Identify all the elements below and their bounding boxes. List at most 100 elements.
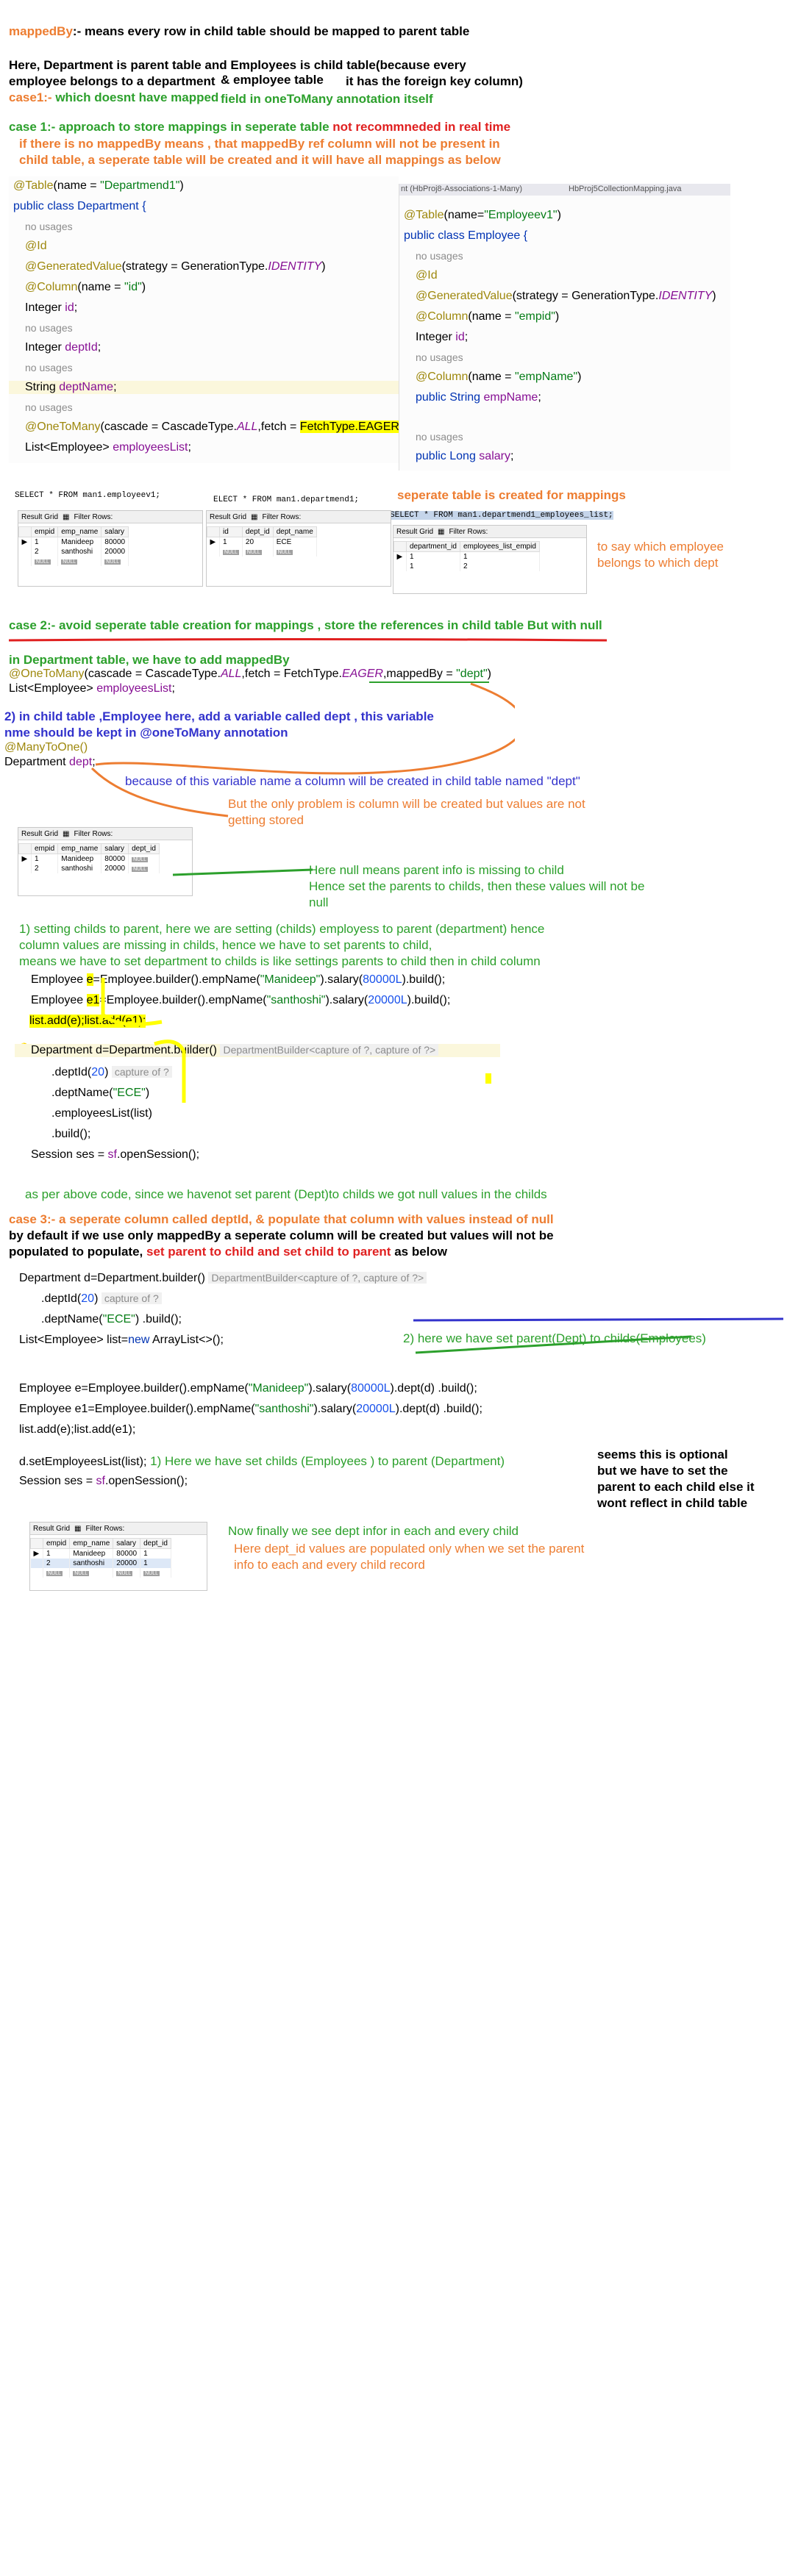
code-line: .deptId(20) capture of ? [41,1292,162,1306]
table-row[interactable]: ▶ 1 Manideep 80000 [18,537,129,547]
column-header[interactable]: empid [30,843,59,854]
values-not-stored-note-2: getting stored [228,813,304,827]
column-header[interactable]: salary [101,526,129,537]
usage-hint: no usages [25,221,73,232]
code-line: Session ses = sf.openSession(); [31,1148,200,1161]
grid-header: id dept_id dept_name [207,526,317,537]
type-hint: DepartmentBuilder<capture of ?, capture … [208,1272,427,1284]
setting-note-1: 1) setting childs to parent, here we are… [19,922,545,936]
column-header[interactable]: employees_list_empid [459,541,540,552]
table-row[interactable]: 2 santhoshi 20000 [18,547,129,557]
sql-query-department: ELECT * FROM man1.departmend1; [213,495,360,504]
case3-title: case 3:- a seperate column called deptId… [9,1212,554,1226]
case1-desc-1: if there is no mappedBy means , that map… [19,137,500,151]
case3-code-block: Department d=Department.builder() Depart… [15,1267,544,1488]
column-header[interactable]: dept_name [272,526,317,537]
final-orange-note-1: Here dept_id values are populated only w… [234,1542,585,1556]
result-grid-label[interactable]: Result Grid [21,513,58,521]
code-line: Integer id; [416,331,469,343]
table-row-new[interactable]: NULL NULL NULL NULL [30,1568,171,1578]
type-hint: capture of ? [101,1292,162,1304]
result-grid-toolbar: Result Grid ▦ Filter Rows: [18,511,202,523]
filter-icon[interactable]: ▦ [438,528,444,536]
column-header[interactable]: id [219,526,243,537]
setting-note-2: column values are missing in childs, hen… [19,938,432,952]
usage-hint: no usages [25,362,73,373]
result-grid-label[interactable]: Result Grid [33,1525,70,1533]
code-line: Employee e=Employee.builder().empName("M… [19,1382,477,1395]
code-line: public class Employee { [404,229,528,242]
intro-case1: case1:- which doesnt have mapped [9,90,218,105]
code-line: @Column(name = "empid") [416,310,560,323]
column-header[interactable]: emp_name [69,1538,114,1549]
code-line: Integer id; [25,301,78,314]
column-header[interactable]: emp_name [57,526,102,537]
filter-rows-label: Filter Rows: [85,1524,125,1533]
mapping-side-note-2: belongs to which dept [597,556,719,570]
code-line: d.setEmployeesList(list); 1) Here we hav… [19,1454,505,1468]
code-line: @Id [416,269,438,282]
editor-tab[interactable]: nt (HbProj8-Associations-1-Many) [401,185,522,193]
column-header[interactable]: department_id [406,541,460,552]
result-grid-label[interactable]: Result Grid [21,830,58,838]
set-childs-note: 1) Here we have set childs (Employees ) … [146,1454,505,1468]
code-line: @Table(name = "Departmend1") [13,179,184,192]
editor-tab[interactable]: HbProj5CollectionMapping.java [569,185,681,193]
row-marker-icon: ▶ [393,551,407,562]
optional-note-3: parent to each child else it [597,1480,755,1494]
code-line: List<Employee> employeesList; [25,441,191,454]
mapping-table-note: seperate table is created for mappings [397,488,626,502]
case2-title-text: case 2:- avoid seperate table creation f… [9,618,524,632]
null-note-1: Here null means parent info is missing t… [309,863,564,877]
usage-hint: no usages [416,351,463,363]
usage-hint: no usages [416,431,463,443]
result-grid-toolbar: Result Grid ▦ Filter Rows: [207,511,391,523]
result-grid-toolbar: Result Grid ▦ Filter Rows: [18,828,192,840]
mappedby-term: mappedBy [9,24,73,38]
code-line: Session ses = sf.openSession(); [19,1475,188,1487]
row-marker-icon: ▶ [207,537,220,547]
highlight: FetchType.EAGER [299,421,399,433]
column-header[interactable]: emp_name [57,843,102,854]
column-header[interactable]: dept_id [140,1538,171,1549]
table-row[interactable]: 2 santhoshi 20000 NULL [18,864,160,873]
table-row-new[interactable]: NULL NULL NULL [18,557,129,566]
table-row[interactable]: 2 santhoshi 20000 1 [30,1559,171,1568]
row-marker-icon: ▶ [30,1548,43,1559]
result-grid-employee-final: Result Grid ▦ Filter Rows: empid emp_name … [29,1522,207,1591]
values-not-stored-note-1: But the only problem is column will be c… [228,797,585,811]
row-marker-icon: ▶ [18,854,32,864]
sql-query-mapping: SELECT * FROM man1.departmend1_employees… [390,511,613,520]
column-header[interactable]: dept_id [128,843,160,854]
code-line: .employeesList(list) [51,1107,152,1120]
table-row-new[interactable]: NULL NULL NULL [207,547,317,557]
table-row[interactable]: ▶ 1 20 ECE [207,537,317,547]
red-underline [8,638,608,642]
null-note-2: Hence set the parents to childs, then th… [309,879,645,893]
column-header[interactable]: dept_id [241,526,274,537]
case1-desc-2: child table, a seperate table will be cr… [19,153,501,167]
code-line: .build(); [51,1128,91,1140]
table-row[interactable]: ▶ 1 1 [393,551,540,562]
table-row[interactable]: 1 2 [393,562,540,571]
column-header[interactable]: empid [30,526,59,537]
result-grid-label[interactable]: Result Grid [396,528,433,536]
column-header[interactable]: empid [42,1538,71,1549]
result-grid-department: Result Grid ▦ Filter Rows: id dept_id dept… [206,510,391,587]
usage-hint: no usages [25,401,73,413]
filter-icon[interactable]: ▦ [63,513,69,521]
result-grid-label[interactable]: Result Grid [210,513,246,521]
code-line: @Column(name = "empName") [416,371,582,383]
case2-conclusion: as per above code, since we havenot set … [25,1187,547,1201]
column-header[interactable]: salary [101,843,129,854]
intro-line-3c: it has the foreign key column) [346,74,523,88]
code-line: @OneToMany(cascade = CascadeType.ALL,fet… [25,421,403,433]
filter-icon[interactable]: ▦ [74,1525,81,1533]
table-row[interactable]: ▶ 1 Manideep 80000 NULL [18,854,160,864]
intro-line-3a: employee belongs to a department [9,74,216,88]
case3-line-3: populated to populate, set parent to chi… [9,1245,448,1259]
table-row[interactable]: ▶ 1 Manideep 80000 1 [30,1548,171,1559]
filter-icon[interactable]: ▦ [251,513,257,521]
column-header[interactable]: salary [113,1538,141,1549]
filter-icon[interactable]: ▦ [63,830,69,838]
